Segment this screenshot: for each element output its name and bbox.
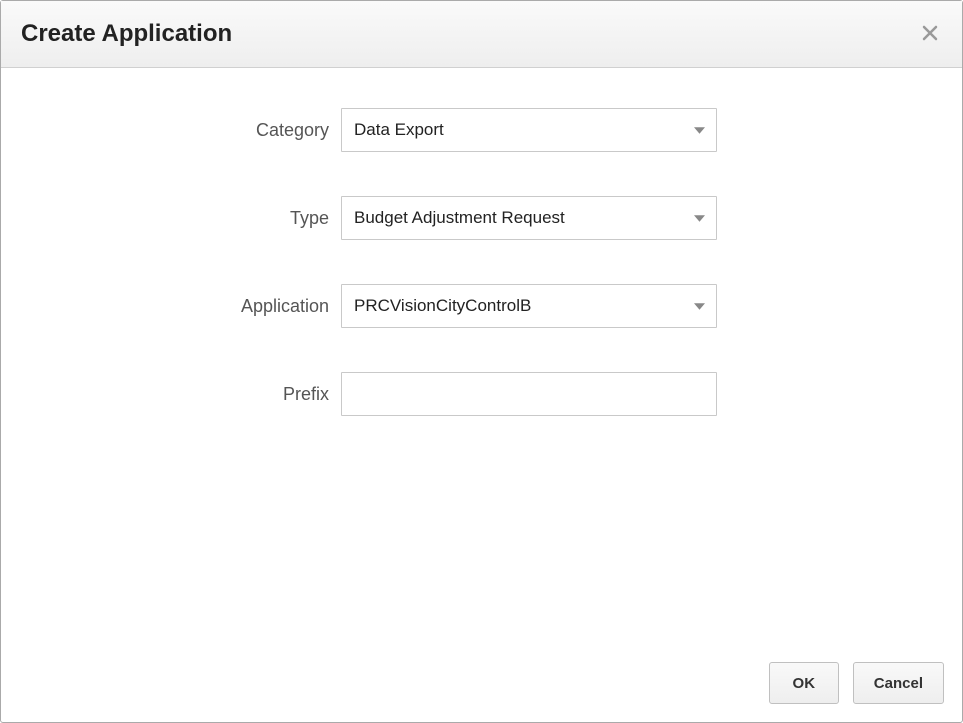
category-row: Category Data Export (21, 108, 942, 152)
type-row: Type Budget Adjustment Request (21, 196, 942, 240)
application-row: Application PRCVisionCityControlB (21, 284, 942, 328)
application-label: Application (21, 296, 341, 317)
create-application-dialog: Create Application Category Data Export … (0, 0, 963, 723)
dialog-title: Create Application (21, 20, 232, 48)
dialog-footer: OK Cancel (1, 648, 962, 722)
type-label: Type (21, 208, 341, 229)
cancel-button[interactable]: Cancel (853, 662, 944, 704)
dialog-header: Create Application (1, 1, 962, 68)
dialog-body: Category Data Export Type Budget Adjustm… (1, 68, 962, 648)
ok-button[interactable]: OK (769, 662, 839, 704)
category-label: Category (21, 120, 341, 141)
prefix-input[interactable] (341, 372, 717, 416)
category-select-value: Data Export (341, 108, 717, 152)
close-icon[interactable] (918, 19, 942, 49)
prefix-label: Prefix (21, 384, 341, 405)
type-select[interactable]: Budget Adjustment Request (341, 196, 717, 240)
category-select[interactable]: Data Export (341, 108, 717, 152)
prefix-row: Prefix (21, 372, 942, 416)
application-select-value: PRCVisionCityControlB (341, 284, 717, 328)
application-select[interactable]: PRCVisionCityControlB (341, 284, 717, 328)
type-select-value: Budget Adjustment Request (341, 196, 717, 240)
